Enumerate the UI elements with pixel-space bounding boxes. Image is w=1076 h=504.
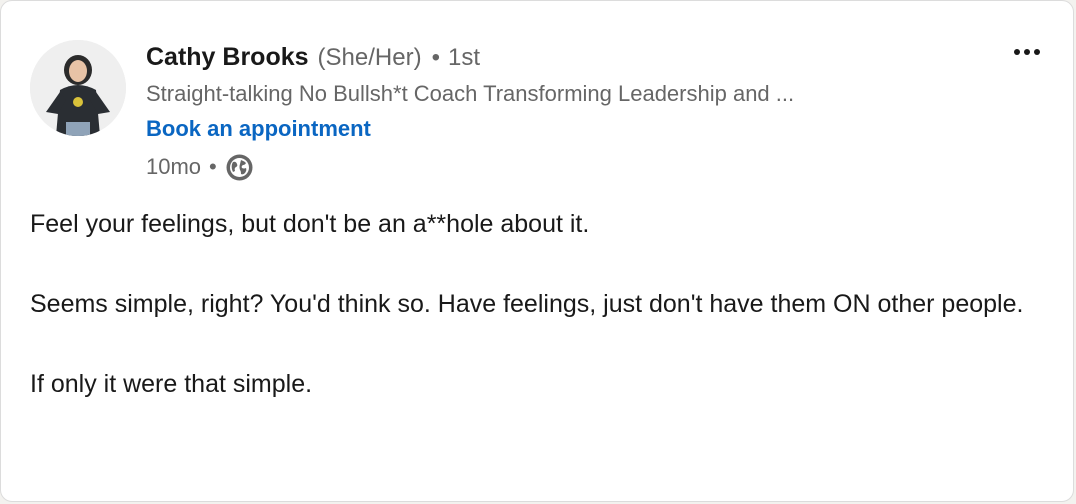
feed-post-card: Cathy Brooks (She/Her) • 1st Straight-ta… bbox=[0, 0, 1074, 502]
author-name-line: Cathy Brooks (She/Her) • 1st bbox=[146, 43, 480, 77]
ellipsis-icon bbox=[1014, 49, 1040, 55]
connection-degree: 1st bbox=[447, 44, 480, 71]
post-paragraph: Seems simple, right? You'd think so. Hav… bbox=[30, 290, 1024, 318]
post-paragraph: If only it were that simple. bbox=[30, 370, 313, 398]
author-avatar[interactable] bbox=[30, 40, 126, 136]
author-headline: Straight-talking No Bullsh*t Coach Trans… bbox=[146, 81, 795, 106]
author-pronouns: (She/Her) bbox=[317, 44, 422, 71]
separator-dot: • bbox=[431, 44, 440, 71]
separator-dot: • bbox=[209, 154, 217, 179]
person-avatar-icon bbox=[30, 40, 126, 136]
post-body: Feel your feelings, but don't be an a**h… bbox=[30, 204, 1040, 404]
post-timestamp: 10mo bbox=[146, 154, 202, 179]
author-name[interactable]: Cathy Brooks bbox=[146, 43, 309, 72]
book-appointment-link[interactable]: Book an appointment bbox=[146, 116, 371, 142]
globe-icon bbox=[225, 153, 254, 182]
post-meta: 10mo • bbox=[146, 152, 254, 182]
more-options-button[interactable] bbox=[1007, 37, 1047, 67]
post-paragraph: Feel your feelings, but don't be an a**h… bbox=[30, 210, 590, 238]
